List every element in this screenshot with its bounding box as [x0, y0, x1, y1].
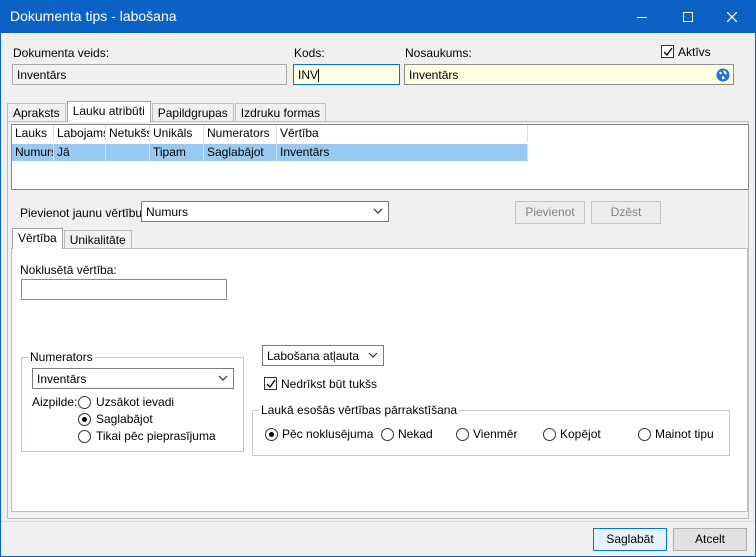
fill-option-label: Tikai pēc pieprasījuma	[96, 429, 216, 443]
overwrite-group-title: Laukā esošās vērtības pārrakstīšana	[259, 403, 460, 417]
not-empty-checkbox[interactable]	[264, 377, 277, 390]
column-header[interactable]: Unikāls	[150, 125, 204, 142]
add-value-selected: Numurs	[146, 205, 189, 219]
fill-option-label: Saglabājot	[96, 412, 153, 426]
overwrite-radio-always[interactable]	[456, 428, 469, 441]
overwrite-radio-never[interactable]	[381, 428, 394, 441]
not-empty-label: Nedrīkst būt tukšs	[281, 377, 378, 391]
active-checkbox[interactable]	[661, 45, 674, 58]
code-value: INV	[298, 68, 319, 82]
table-cell: Numurs	[12, 144, 54, 161]
overwrite-group: Laukā esošās vērtības pārrakstīšana Pēc …	[252, 403, 730, 456]
chevron-down-icon	[368, 352, 378, 358]
table-cell: Inventārs	[277, 144, 528, 161]
table-cell	[106, 144, 150, 161]
column-header[interactable]: Netukšs	[106, 125, 150, 142]
tab-lauku-atributi[interactable]: Lauku atribūti	[66, 101, 151, 122]
active-label: Aktīvs	[678, 45, 711, 59]
table-row[interactable]: Numurs Jā Tipam Saglabājot Inventārs	[12, 144, 532, 161]
overwrite-option-label: Pēc noklusējuma	[282, 427, 374, 441]
overwrite-option-label: Nekad	[398, 427, 433, 441]
numerator-group: Numerators Inventārs Aizpilde: Uzsākot i…	[21, 350, 244, 452]
doc-type-label: Dokumenta veids:	[13, 46, 110, 60]
value-subtabs: Vērtība Unikalitāte	[12, 228, 133, 249]
column-header[interactable]: Vērtība	[277, 125, 528, 142]
vertiba-panel: Noklusētā vērtība: Numerators Inventārs …	[11, 248, 748, 512]
column-header[interactable]: Lauks	[12, 125, 54, 142]
numerator-selected: Inventārs	[37, 372, 87, 386]
name-field[interactable]: Inventārs	[404, 64, 734, 85]
attributes-table[interactable]: Lauks Labojams Netukšs Unikāls Numerator…	[11, 124, 749, 190]
save-button[interactable]: Saglabāt	[593, 528, 667, 551]
overwrite-option-label: Kopējot	[560, 427, 601, 441]
globe-icon[interactable]	[716, 68, 730, 82]
add-value-select[interactable]: Numurs	[141, 201, 389, 222]
fill-option-label: Uzsākot ievadi	[96, 395, 175, 409]
fill-label: Aizpilde:	[32, 395, 78, 409]
dialog-window: Dokumenta tips - labošana Dokumenta veid…	[0, 0, 756, 557]
overwrite-option-label: Vienmēr	[473, 427, 518, 441]
overwrite-option-label: Mainot tipu	[655, 427, 714, 441]
default-value-label: Noklusētā vērtība:	[20, 263, 117, 277]
add-value-label: Pievienot jaunu vērtību:	[20, 206, 146, 220]
checkmark-icon	[266, 379, 276, 389]
code-label: Kods:	[294, 46, 325, 60]
numerator-select[interactable]: Inventārs	[32, 368, 234, 389]
chevron-down-icon	[218, 375, 228, 381]
tab-vertiba[interactable]: Vērtība	[12, 228, 63, 249]
fill-radio-save[interactable]	[78, 413, 91, 426]
main-tabs: Apraksts Lauku atribūti Papildgrupas Izd…	[7, 101, 327, 122]
table-header: Lauks Labojams Netukšs Unikāls Numerator…	[12, 125, 532, 143]
overwrite-radio-copy[interactable]	[543, 428, 556, 441]
maximize-icon	[683, 12, 693, 22]
delete-button[interactable]: Dzēst	[591, 201, 661, 224]
code-field[interactable]: INV	[293, 64, 400, 85]
column-header[interactable]: Labojams	[54, 125, 106, 142]
column-header[interactable]: Numerators	[204, 125, 277, 142]
lauku-atributi-panel: Lauks Labojams Netukšs Unikāls Numerator…	[7, 121, 749, 519]
table-cell: Tipam	[150, 144, 204, 161]
overwrite-radio-type-change[interactable]	[638, 428, 651, 441]
footer-divider	[1, 521, 755, 522]
tab-apraksts[interactable]: Apraksts	[7, 103, 66, 122]
table-cell: Jā	[54, 144, 106, 161]
minimize-icon	[637, 17, 647, 18]
close-icon	[726, 11, 738, 23]
tab-izdruku-formas[interactable]: Izdruku formas	[234, 103, 327, 122]
numerator-group-title: Numerators	[28, 350, 95, 364]
fill-radio-request[interactable]	[78, 430, 91, 443]
window-title: Dokumenta tips - labošana	[10, 8, 177, 24]
add-button[interactable]: Pievienot	[515, 201, 585, 224]
default-value-input[interactable]	[21, 279, 227, 300]
edit-mode-select[interactable]: Labošana atļauta	[262, 345, 384, 366]
tab-papildgrupas[interactable]: Papildgrupas	[151, 103, 234, 122]
close-button[interactable]	[709, 1, 755, 33]
name-value: Inventārs	[409, 68, 459, 82]
edit-mode-selected: Labošana atļauta	[267, 349, 360, 363]
overwrite-radio-default[interactable]	[265, 428, 278, 441]
checkmark-icon	[663, 47, 673, 57]
fill-radio-start[interactable]	[78, 396, 91, 409]
table-cell: Saglabājot	[204, 144, 277, 161]
minimize-button[interactable]	[619, 1, 665, 33]
cancel-button[interactable]: Atcelt	[673, 528, 747, 551]
doc-type-field[interactable]: Inventārs	[12, 64, 287, 85]
name-label: Nosaukums:	[405, 46, 472, 60]
maximize-button[interactable]	[665, 1, 711, 33]
title-bar[interactable]: Dokumenta tips - labošana	[1, 1, 755, 33]
chevron-down-icon	[373, 208, 383, 214]
tab-unikalitate[interactable]: Unikalitāte	[63, 230, 132, 249]
